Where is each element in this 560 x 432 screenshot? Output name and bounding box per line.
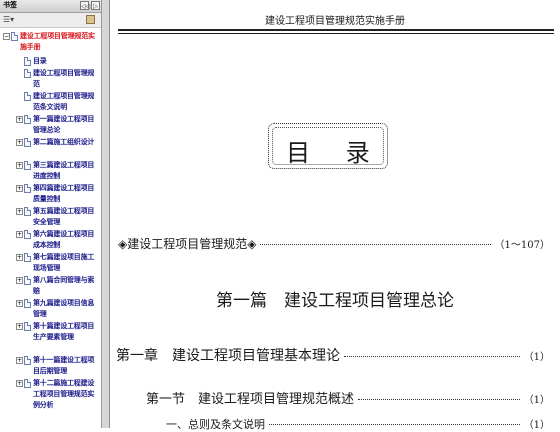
toc-leader [344, 356, 520, 357]
bookmark-icon [24, 230, 31, 239]
bookmarks-toolbar: ☰▾ [0, 13, 101, 28]
bookmark-icon [24, 57, 31, 66]
toc-entry-text: 第一节 建设工程项目管理规范概述 [146, 392, 355, 407]
toc-entry-page: （1） [523, 395, 550, 406]
expand-icon[interactable]: + [16, 380, 23, 387]
bookmark-label: 第六篇建设工程项目成本控制 [33, 230, 95, 249]
bookmark-label: 建设工程项目管理规范实施手册 [20, 32, 95, 51]
bookmark-icon [24, 207, 31, 216]
bookmark-label: 第四篇建设工程项目质量控制 [33, 184, 95, 203]
header-rule [118, 33, 554, 34]
toc-entry[interactable]: ◈建设工程项目管理规范◈ （1～107） [118, 235, 550, 252]
bookmark-label: 第三篇建设工程项目进度控制 [33, 161, 95, 180]
toc-leader [269, 424, 520, 425]
expand-icon[interactable]: + [16, 357, 23, 364]
panel-splitter[interactable] [102, 0, 110, 428]
expand-icon[interactable]: + [16, 277, 23, 284]
expand-icon[interactable]: + [16, 116, 23, 123]
bookmark-icon [24, 184, 31, 193]
toc-leader [260, 244, 491, 245]
bookmarks-header: 书签 ◁◁ ▷ [0, 0, 101, 13]
bookmark-label: 第二篇施工组织设计 [33, 138, 95, 146]
part-title: 第一篇 建设工程项目管理总论 [216, 291, 454, 311]
expand-icon[interactable]: + [16, 323, 23, 330]
bookmark-icon [24, 115, 31, 124]
toc-entry[interactable]: 第一章 建设工程项目管理基本理论 （1） [116, 345, 550, 365]
expand-icon[interactable]: + [16, 162, 23, 169]
bookmark-icon [24, 69, 31, 78]
bookmark-icon [11, 32, 18, 41]
expand-icon[interactable]: + [16, 231, 23, 238]
toc-entry-page: （1） [523, 352, 550, 363]
expand-icon[interactable]: + [16, 254, 23, 261]
bookmark-icon [24, 379, 31, 388]
bookmarks-panel: 书签 ◁◁ ▷ ☰▾ − 建设工程项目管理规范实施手册 目录 建设工程项目管理规… [0, 0, 102, 428]
toc-entry[interactable]: 第一节 建设工程项目管理规范概述 （1） [146, 388, 550, 407]
toc-entry-text: 一、总则及条文说明 [166, 418, 265, 431]
bookmark-icon [24, 322, 31, 331]
bookmark-label: 第十一篇建设工程项目后期管理 [33, 356, 95, 375]
bookmark-label: 第九篇建设项目信息管理 [33, 299, 95, 318]
bookmark-label: 第一篇建设工程项目管理总论 [33, 115, 95, 134]
bookmark-tree: − 建设工程项目管理规范实施手册 目录 建设工程项目管理规范 建设工程项目管理规… [0, 28, 101, 428]
header-rule [118, 29, 554, 31]
bookmark-label: 第七篇建设项目施工现场管理 [33, 253, 95, 272]
bookmark-label: 建设工程项目管理规范 [33, 69, 95, 88]
bookmark-label: 建设工程项目管理规范条文说明 [33, 92, 95, 111]
bookmark-icon [24, 138, 31, 147]
running-head: 建设工程项目管理规范实施手册 [265, 16, 405, 27]
delete-bookmark-icon[interactable] [86, 15, 95, 24]
expand-icon[interactable]: + [16, 185, 23, 192]
bookmark-label: 第十篇建设工程项目生产要素管理 [33, 322, 95, 341]
options-menu-icon[interactable]: ☰▾ [3, 15, 14, 25]
document-page: 建设工程项目管理规范实施手册 目 录 ◈建设工程项目管理规范◈ （1～107） … [110, 0, 560, 431]
toc-entry-text: ◈建设工程项目管理规范◈ [118, 237, 257, 251]
toc-leader [358, 399, 520, 400]
bookmark-icon [24, 356, 31, 365]
bookmark-icon [24, 299, 31, 308]
bookmark-icon [24, 92, 31, 101]
close-panel-button[interactable]: ▷ [91, 1, 100, 10]
bookmark-icon [24, 253, 31, 262]
toc-entry-text: 第一章 建设工程项目管理基本理论 [116, 348, 340, 364]
bookmark-label: 第五篇建设工程项目安全管理 [33, 207, 95, 226]
toc-title: 目 录 [286, 139, 384, 167]
bookmark-icon [24, 161, 31, 170]
toc-title-frame: 目 录 [268, 123, 388, 169]
toc-entry-page: （1～107） [494, 240, 550, 251]
bookmark-label: 第八篇合同管理与索赔 [33, 276, 95, 295]
bookmark-label: 第十二篇施工程建设工程项目管理规范实例分析 [33, 379, 95, 409]
collapse-panel-button[interactable]: ◁◁ [80, 1, 90, 10]
collapse-icon[interactable]: − [3, 33, 10, 40]
toc-entry[interactable]: 一、总则及条文说明 （1） [166, 416, 550, 432]
expand-icon[interactable]: + [16, 208, 23, 215]
expand-icon[interactable]: + [16, 139, 23, 146]
bookmark-label: 目录 [33, 57, 47, 65]
toc-entry-page: （1） [523, 420, 550, 431]
bookmarks-title: 书签 [3, 1, 17, 9]
expand-icon[interactable]: + [16, 300, 23, 307]
bookmark-icon [24, 276, 31, 285]
